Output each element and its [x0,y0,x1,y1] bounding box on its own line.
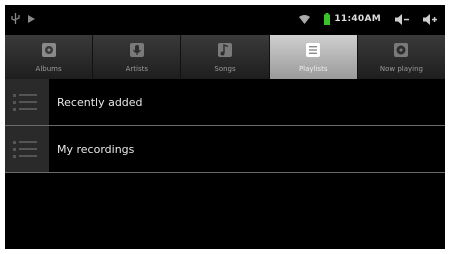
volume-up-icon[interactable] [423,13,437,25]
playlist-label: Recently added [57,95,143,109]
tab-label: Now playing [379,65,423,73]
now-playing-icon [394,43,409,57]
wifi-icon [299,14,311,24]
playlist-list: Recently added My recordings [5,79,445,173]
empty-area [5,173,445,249]
microphone-icon [129,43,144,57]
tab-label: Artists [125,65,148,73]
music-app-screen: 11:40AM Albums Artists Songs Playlists N… [5,5,445,249]
status-notifications [11,13,36,24]
tab-label: Songs [214,65,236,73]
list-icon [5,126,49,172]
tab-label: Albums [35,65,62,73]
tab-artists[interactable]: Artists [93,35,182,79]
battery-icon [324,13,331,25]
list-icon [5,79,49,125]
tab-albums[interactable]: Albums [5,35,94,79]
album-icon [41,43,56,57]
usb-icon [11,13,20,24]
playlist-label: My recordings [57,142,135,156]
tab-songs[interactable]: Songs [181,35,270,79]
library-tab-bar: Albums Artists Songs Playlists Now playi… [5,35,445,79]
playlist-icon [306,43,321,57]
playlist-item-my-recordings[interactable]: My recordings [5,126,445,173]
clock: 11:40AM [334,14,381,24]
music-note-icon [218,43,232,57]
volume-down-icon[interactable] [395,13,409,25]
tab-label: Playlists [298,65,328,73]
tab-now-playing[interactable]: Now playing [358,35,445,79]
playlist-item-recently-added[interactable]: Recently added [5,79,445,126]
status-bar: 11:40AM [5,5,445,35]
sync-icon [28,14,35,23]
tab-playlists[interactable]: Playlists [269,35,358,79]
status-indicators: 11:40AM [299,13,437,25]
